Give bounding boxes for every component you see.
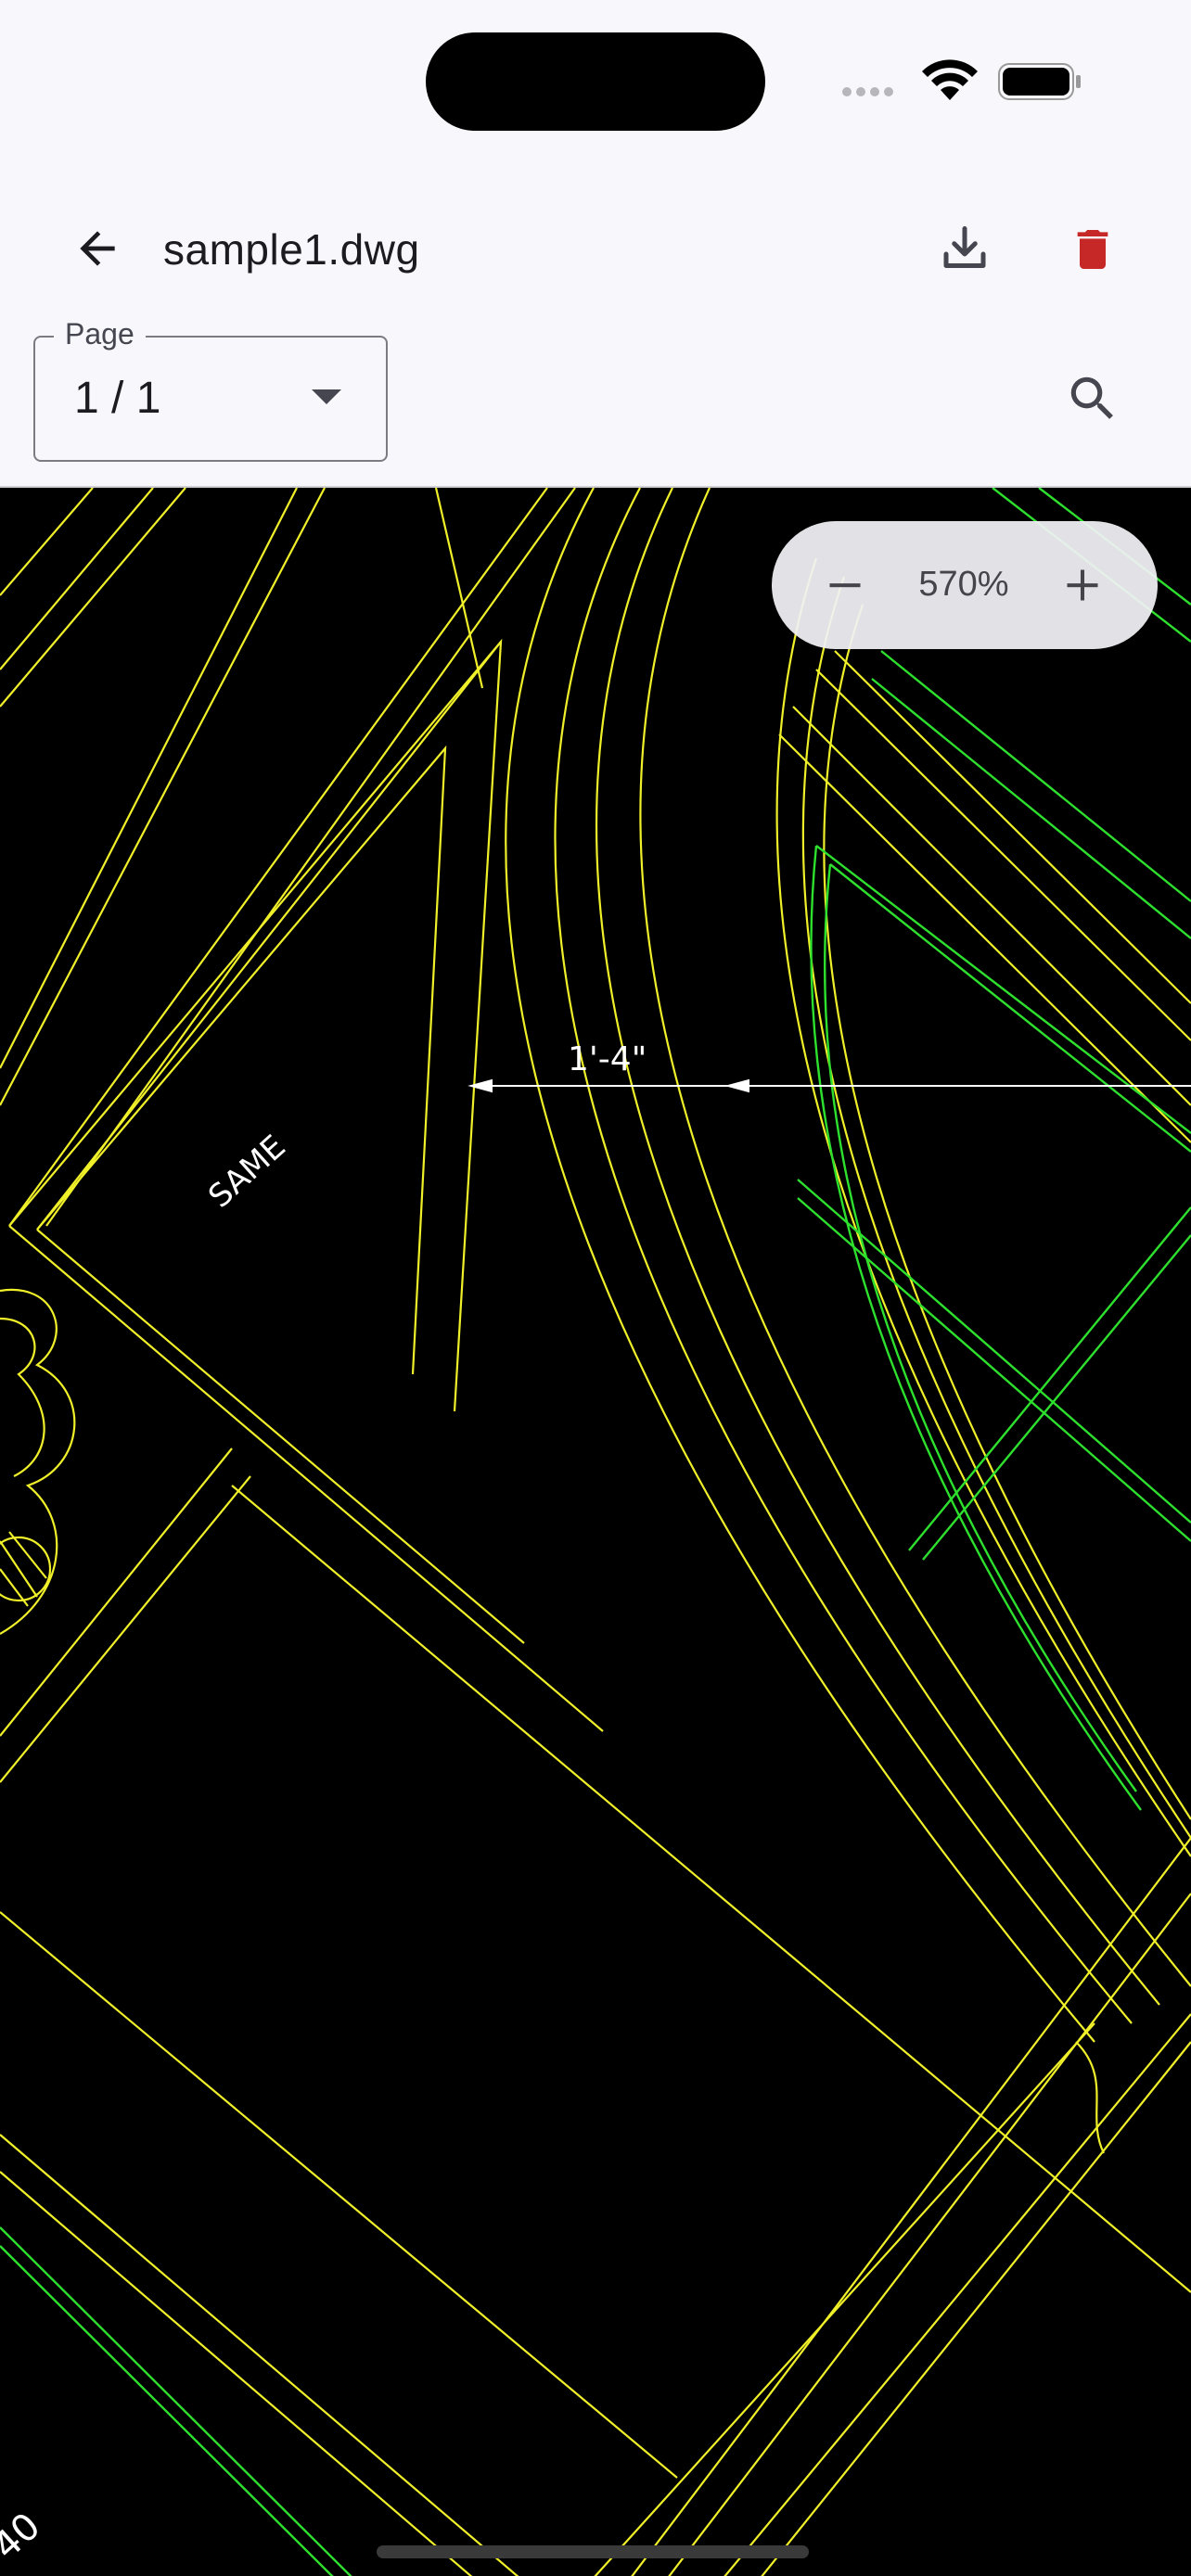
status-bar xyxy=(0,0,1191,162)
page-select-label: Page xyxy=(54,315,146,352)
file-title: sample1.dwg xyxy=(163,225,420,274)
plus-icon xyxy=(1067,569,1098,601)
cad-drawing: 1'-4" SAME 40 xyxy=(0,488,1191,2576)
page-select-value: 1 / 1 xyxy=(74,374,161,423)
cellular-signal-icon xyxy=(842,87,893,96)
zoom-control: 570% xyxy=(772,521,1158,649)
drawing-canvas[interactable]: 1'-4" SAME 40 xyxy=(0,486,1191,2576)
wifi-icon xyxy=(922,59,978,100)
download-button[interactable] xyxy=(929,214,1000,285)
download-icon xyxy=(943,226,986,268)
dynamic-island xyxy=(426,32,765,131)
trash-icon xyxy=(1077,230,1108,269)
dimension-label: 1'-4" xyxy=(568,1040,647,1078)
page-select[interactable]: Page 1 / 1 xyxy=(33,315,388,462)
zoom-in-button[interactable] xyxy=(1050,553,1115,618)
corner-label: 40 xyxy=(0,2505,49,2568)
back-button[interactable] xyxy=(65,216,130,281)
search-icon xyxy=(1070,376,1113,419)
arrow-back-icon xyxy=(80,231,115,266)
dropdown-arrow-icon xyxy=(312,389,341,404)
yellow-linework xyxy=(0,488,1191,2576)
note-label: SAME xyxy=(201,1129,292,1216)
battery-icon xyxy=(998,63,1081,100)
search-button[interactable] xyxy=(1057,363,1128,434)
zoom-level: 570% xyxy=(918,565,1009,604)
delete-button[interactable] xyxy=(1057,214,1128,285)
zoom-out-button[interactable] xyxy=(813,553,877,618)
minus-icon xyxy=(829,583,861,588)
home-indicator xyxy=(377,2545,809,2558)
